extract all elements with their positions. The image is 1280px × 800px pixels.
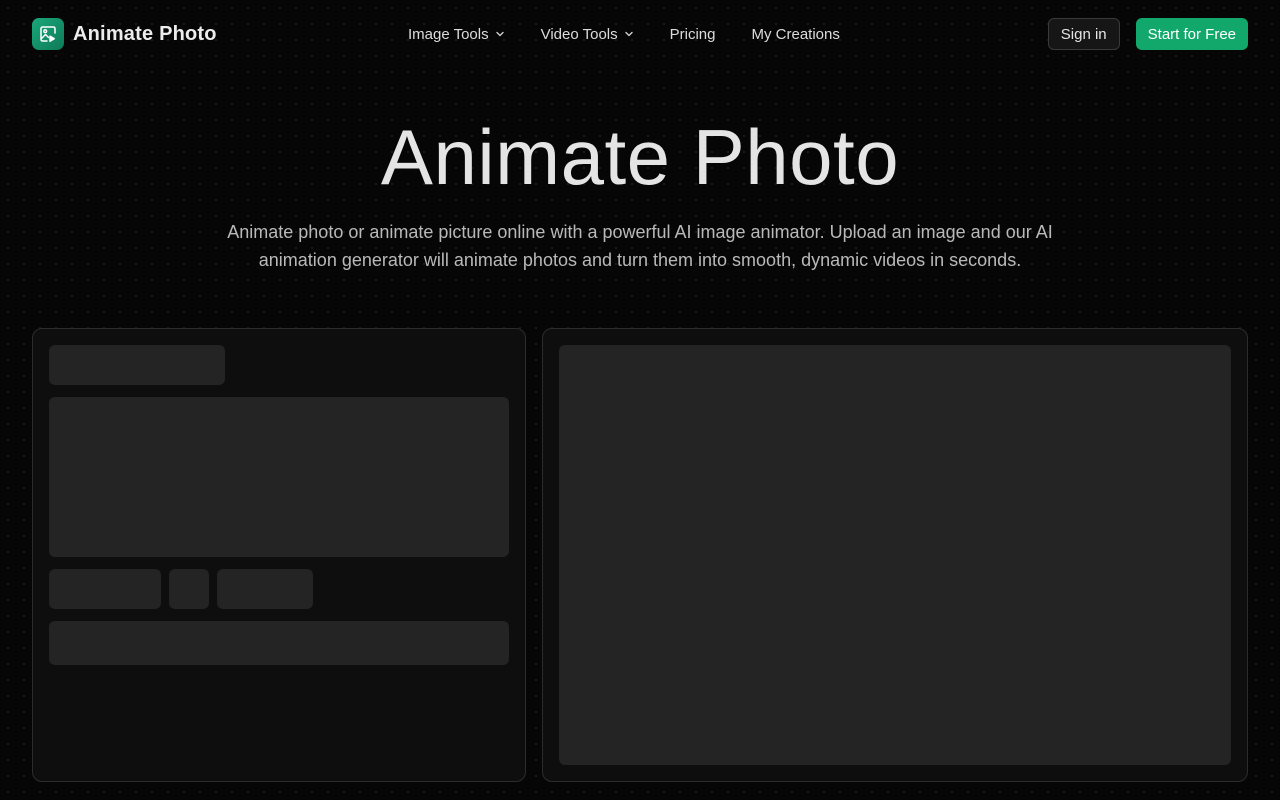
sign-in-button[interactable]: Sign in xyxy=(1047,18,1120,50)
skeleton-option xyxy=(217,569,313,609)
header-actions: Sign in Start for Free xyxy=(1047,18,1248,50)
nav-label: Image Tools xyxy=(408,25,489,43)
brand-name: Animate Photo xyxy=(73,22,217,45)
nav-image-tools[interactable]: Image Tools xyxy=(408,26,505,43)
image-play-icon xyxy=(32,18,64,50)
skeleton-generate-button xyxy=(49,621,509,665)
chevron-down-icon xyxy=(495,31,504,37)
page: Animate Photo Image Tools Video Tools Pr… xyxy=(0,0,1280,800)
main-nav: Image Tools Video Tools Pricing My Creat… xyxy=(408,0,840,68)
nav-my-creations[interactable]: My Creations xyxy=(751,26,839,43)
input-panel-loading xyxy=(32,328,526,782)
skeleton-option xyxy=(49,569,161,609)
nav-label: Pricing xyxy=(669,25,716,43)
skeleton-preview xyxy=(559,345,1231,765)
start-for-free-button[interactable]: Start for Free xyxy=(1135,18,1248,50)
nav-video-tools[interactable]: Video Tools xyxy=(541,26,634,43)
brand-link[interactable]: Animate Photo xyxy=(32,18,217,50)
nav-label: Video Tools xyxy=(540,25,618,43)
nav-pricing[interactable]: Pricing xyxy=(670,26,716,43)
page-subtitle: Animate photo or animate picture online … xyxy=(227,222,1053,270)
nav-label: My Creations xyxy=(751,25,840,43)
skeleton-option xyxy=(169,569,209,609)
preview-panel-loading xyxy=(542,328,1248,782)
top-nav-bar: Animate Photo Image Tools Video Tools Pr… xyxy=(0,0,1280,68)
page-title: Animate Photo xyxy=(380,113,900,201)
skeleton-heading xyxy=(49,345,225,385)
skeleton-upload-area xyxy=(49,397,509,557)
chevron-down-icon xyxy=(624,31,633,37)
